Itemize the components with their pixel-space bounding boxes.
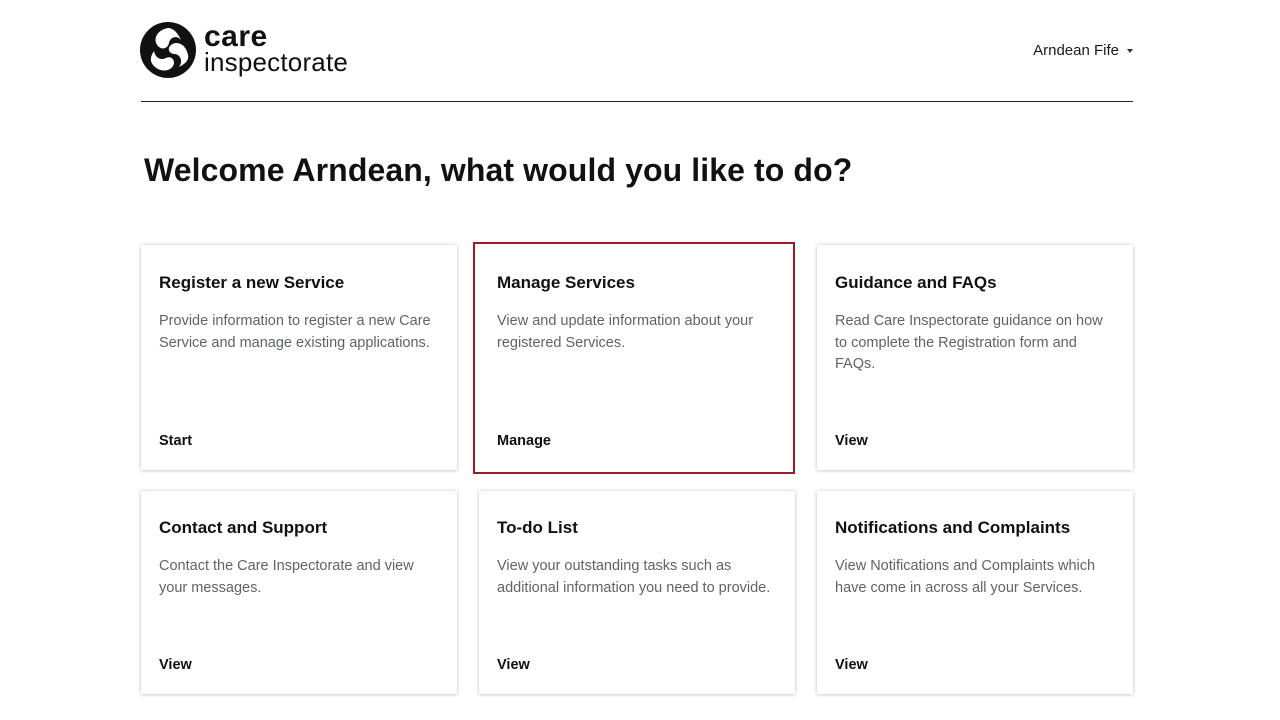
care-inspectorate-logo-icon — [140, 22, 196, 78]
card-guidance-faqs[interactable]: Guidance and FAQs Read Care Inspectorate… — [817, 245, 1133, 470]
card-action-view[interactable]: View — [835, 433, 868, 449]
care-inspectorate-logo[interactable]: care inspectorate — [139, 21, 348, 79]
card-title: Guidance and FAQs — [835, 273, 997, 292]
card-action-start[interactable]: Start — [159, 433, 192, 449]
caret-down-icon — [1127, 49, 1133, 53]
card-description: View Notifications and Complaints which … — [835, 558, 1096, 596]
card-register-service[interactable]: Register a new Service Provide informati… — [141, 245, 457, 470]
card-title: Contact and Support — [159, 518, 328, 537]
card-description: Provide information to register a new Ca… — [159, 313, 431, 351]
card-action-view[interactable]: View — [497, 657, 530, 673]
card-contact-support[interactable]: Contact and Support Contact the Care Ins… — [141, 491, 457, 694]
card-title: Notifications and Complaints — [835, 518, 1071, 537]
card-description: Contact the Care Inspectorate and view y… — [159, 558, 414, 596]
card-title: To-do List — [497, 518, 578, 537]
logo-line-inspectorate: inspectorate — [204, 46, 349, 77]
card-description: Read Care Inspectorate guidance on how t… — [835, 313, 1103, 372]
card-notifications-complaints[interactable]: Notifications and Complaints View Notifi… — [817, 491, 1133, 694]
card-action-view[interactable]: View — [159, 657, 192, 673]
page-title: Welcome Arndean, what would you like to … — [144, 152, 853, 188]
card-todo-list[interactable]: To-do List View your outstanding tasks s… — [479, 491, 795, 694]
card-title: Register a new Service — [159, 273, 345, 292]
card-action-view[interactable]: View — [835, 657, 868, 673]
card-description: View and update information about your r… — [497, 313, 754, 351]
card-description: View your outstanding tasks such as addi… — [497, 558, 771, 596]
page: care inspectorate Arndean Fife Welcome A… — [0, 0, 1280, 720]
user-name: Arndean Fife — [1033, 42, 1119, 59]
card-title: Manage Services — [497, 273, 635, 292]
site-header: care inspectorate Arndean Fife — [139, 0, 1133, 102]
card-action-manage[interactable]: Manage — [497, 433, 551, 449]
user-menu-dropdown[interactable]: Arndean Fife — [1033, 42, 1133, 59]
card-manage-services[interactable]: Manage Services View and update informat… — [473, 242, 795, 474]
